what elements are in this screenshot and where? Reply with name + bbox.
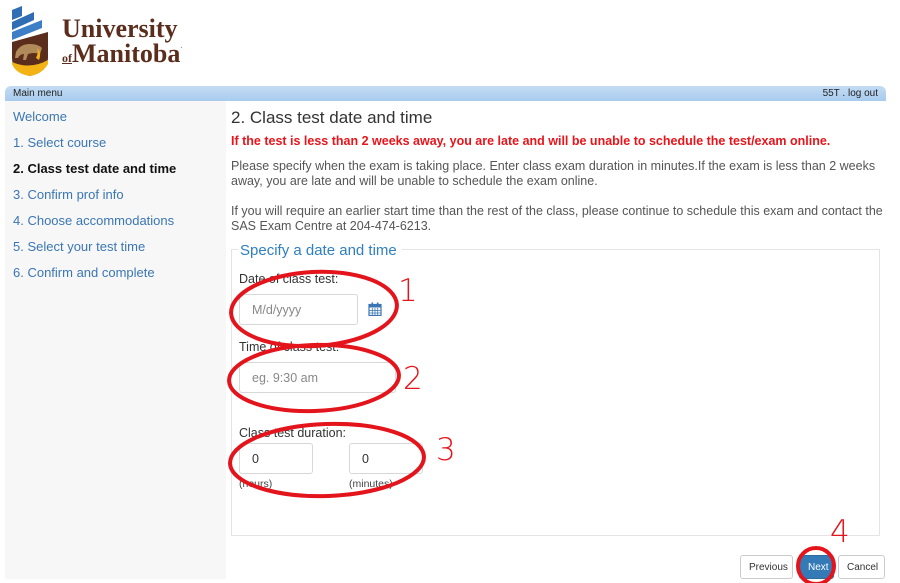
university-logo: University ofManitoba: [8, 4, 180, 80]
sidebar-item-class-test-date-time[interactable]: 2. Class test date and time: [5, 160, 226, 186]
main-menu-bar: Main menu 55T . log out: [5, 86, 886, 101]
sidebar-item-confirm-prof-info[interactable]: 3. Confirm prof info: [5, 186, 226, 212]
university-wordmark: University ofManitoba: [62, 16, 181, 68]
main-content: 2. Class test date and time If the test …: [231, 104, 886, 536]
main-menu-link[interactable]: Main menu: [13, 88, 62, 99]
user-area: 55T . log out: [823, 88, 878, 99]
logout-link[interactable]: log out: [848, 88, 878, 99]
annotation-label-4: 4: [830, 514, 850, 550]
duration-hours-input[interactable]: [239, 443, 313, 474]
time-label: Time of class test:: [239, 340, 340, 354]
time-input[interactable]: [239, 362, 396, 393]
decorative-dot: .: [180, 40, 183, 51]
brand-line2: ofManitoba: [62, 39, 181, 68]
sidebar-item-choose-accommodations[interactable]: 4. Choose accommodations: [5, 212, 226, 238]
brand-line2-name: Manitoba: [72, 39, 181, 68]
annotation-label-1: 1: [398, 273, 418, 309]
sidebar-item-select-test-time[interactable]: 5. Select your test time: [5, 238, 226, 264]
annotation-label-2: 2: [403, 361, 423, 397]
user-code: 55T: [822, 88, 840, 99]
duration-label: Class test duration:: [239, 426, 346, 440]
next-button[interactable]: Next: [799, 555, 834, 579]
date-label: Date of class test:: [239, 272, 339, 286]
brand-line2-prefix: of: [62, 51, 72, 65]
university-crest-icon: [12, 6, 48, 76]
previous-button[interactable]: Previous: [740, 555, 793, 579]
annotation-label-3: 3: [436, 432, 456, 468]
cancel-button[interactable]: Cancel: [838, 555, 885, 579]
fieldset-border: [402, 249, 879, 250]
page-title: 2. Class test date and time: [231, 108, 433, 127]
sidebar-item-welcome[interactable]: Welcome: [5, 108, 226, 134]
duration-minutes-input[interactable]: [349, 443, 423, 474]
calendar-icon[interactable]: [368, 302, 382, 316]
minutes-sublabel: (minutes): [349, 478, 393, 490]
sidebar-item-confirm-complete[interactable]: 6. Confirm and complete: [5, 264, 226, 290]
earlier-start-paragraph: If you will require an earlier start tim…: [231, 204, 883, 233]
user-separator: .: [839, 88, 848, 99]
sidebar-nav: Welcome 1. Select course 2. Class test d…: [5, 101, 226, 579]
hours-sublabel: (hours): [239, 478, 273, 490]
late-warning: If the test is less than 2 weeks away, y…: [231, 134, 831, 148]
date-time-fieldset: Specify a date and time Date of class te…: [231, 242, 880, 536]
sidebar-item-select-course[interactable]: 1. Select course: [5, 134, 226, 160]
fieldset-legend: Specify a date and time: [238, 242, 399, 259]
date-input[interactable]: [239, 294, 358, 325]
instructions-paragraph: Please specify when the exam is taking p…: [231, 159, 876, 188]
